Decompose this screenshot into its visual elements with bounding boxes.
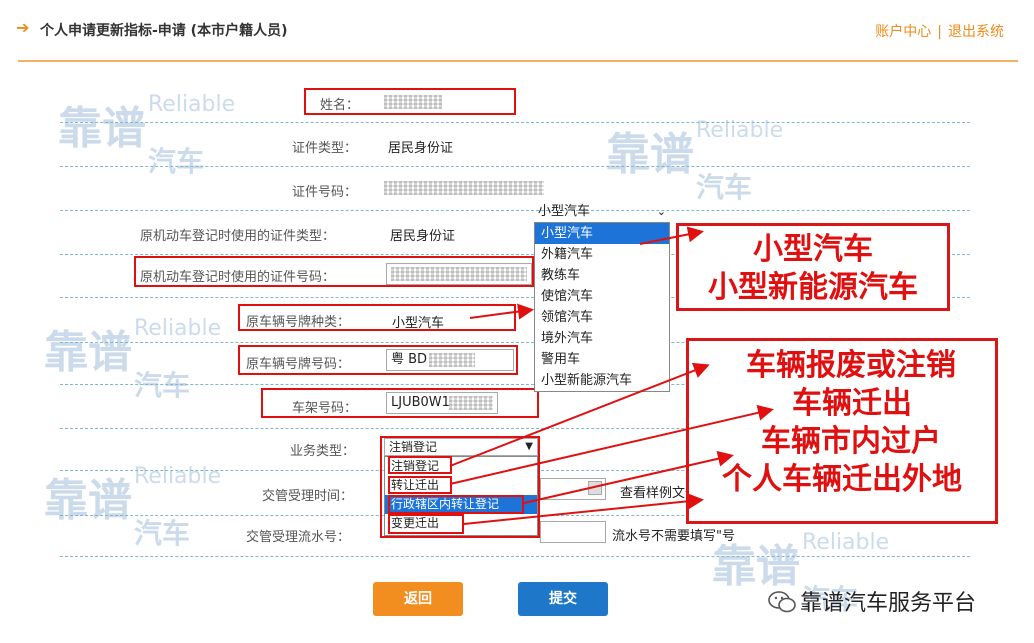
- plate-type-annotation: 小型汽车 小型新能源汽车: [676, 223, 950, 311]
- vin-redacted: [449, 396, 493, 410]
- plate-type-select[interactable]: 小型汽车 ⌄: [534, 203, 670, 221]
- orig-id-number-redacted: [391, 267, 527, 281]
- plate-number-redacted: [429, 353, 475, 367]
- highlight-box: [388, 456, 452, 474]
- highlight-box: [388, 514, 464, 534]
- wechat-icon: [768, 591, 796, 613]
- orig-id-type-label: 原机动车登记时使用的证件类型：: [140, 229, 336, 244]
- plate-select-current: 小型汽车: [538, 204, 591, 219]
- plate-option-0[interactable]: 小型汽车: [535, 223, 669, 244]
- vin-label: 车架号码：: [292, 401, 358, 416]
- watermark: 靠谱Reliable 汽车: [44, 464, 222, 550]
- orig-id-type-value: 居民身份证: [390, 229, 456, 244]
- chevron-down-icon: ⌄: [656, 205, 666, 218]
- annotation-text: 小型新能源汽车: [708, 270, 918, 305]
- accept-time-label: 交管受理时间：: [262, 489, 354, 504]
- page-title: 个人申请更新指标-申请 (本市户籍人员): [40, 23, 288, 39]
- row-divider: [60, 122, 970, 123]
- orig-id-number-input[interactable]: [386, 263, 532, 285]
- plate-option-4[interactable]: 领馆汽车: [535, 307, 669, 328]
- account-center-link[interactable]: 账户中心: [875, 24, 931, 40]
- annotation-text: 车辆迁出: [792, 386, 912, 421]
- plate-option-2[interactable]: 教练车: [535, 265, 669, 286]
- vin-value: LJUB0W1: [391, 395, 450, 410]
- annotation-text: 车辆报废或注销: [746, 348, 956, 383]
- plate-type-value[interactable]: 小型汽车: [392, 312, 444, 331]
- watermark: 靠谱Reliable 汽车: [44, 316, 222, 402]
- back-button[interactable]: 返回: [373, 582, 463, 616]
- name-value-redacted: [384, 95, 442, 109]
- vin-input[interactable]: LJUB0W1: [386, 392, 498, 414]
- plate-number-label: 原车辆号牌号码：: [246, 357, 351, 372]
- header-links: 账户中心 | 退出系统: [875, 21, 1004, 41]
- page-header: ➔ 个人申请更新指标-申请 (本市户籍人员) 账户中心 | 退出系统: [0, 0, 1034, 62]
- plate-option-5[interactable]: 境外汽车: [535, 328, 669, 349]
- row-divider: [60, 556, 970, 557]
- business-type-annotation: 车辆报废或注销 车辆迁出 车辆市内过户 个人车辆迁出外地: [686, 338, 998, 524]
- submit-button[interactable]: 提交: [518, 582, 608, 616]
- serial-hint: 流水号不需要填写"号: [612, 529, 735, 544]
- plate-option-1[interactable]: 外籍汽车: [535, 244, 669, 265]
- watermark: 靠谱Reliable 汽车: [606, 118, 784, 204]
- wechat-account: 靠谱汽车服务平台: [768, 585, 976, 617]
- plate-option-7[interactable]: 小型新能源汽车: [535, 370, 669, 391]
- header-divider: [18, 60, 1018, 62]
- arrow-right-icon: ➔: [16, 18, 30, 37]
- id-type-value: 居民身份证: [388, 141, 454, 156]
- business-type-label: 业务类型：: [290, 444, 356, 459]
- orig-id-number-label: 原机动车登记时使用的证件号码：: [140, 270, 336, 285]
- name-label: 姓名：: [320, 98, 360, 113]
- highlight-box: [388, 476, 452, 494]
- serial-number-label: 交管受理流水号：: [246, 530, 351, 545]
- plate-number-value: 粤 BD: [391, 352, 428, 367]
- serial-number-input[interactable]: [540, 521, 606, 543]
- id-number-label: 证件号码：: [292, 185, 358, 200]
- row-divider: [60, 210, 970, 211]
- plate-option-6[interactable]: 警用车: [535, 349, 669, 370]
- plate-type-label: 原车辆号牌种类：: [246, 315, 351, 330]
- calendar-icon[interactable]: [588, 481, 602, 495]
- plate-type-dropdown: 小型汽车 外籍汽车 教练车 使馆汽车 领馆汽车 境外汽车 警用车 小型新能源汽车: [534, 222, 670, 392]
- id-number-redacted: [384, 181, 544, 195]
- logout-link[interactable]: 退出系统: [948, 24, 1004, 40]
- plate-option-3[interactable]: 使馆汽车: [535, 286, 669, 307]
- highlight-box: [388, 495, 524, 514]
- row-divider: [60, 166, 970, 167]
- annotation-text: 小型汽车: [753, 232, 873, 267]
- header-separator: |: [937, 24, 942, 40]
- annotation-text: 个人车辆迁出外地: [722, 462, 962, 497]
- id-type-label: 证件类型：: [292, 141, 358, 156]
- accept-time-input[interactable]: [540, 478, 606, 500]
- annotation-text: 车辆市内过户: [761, 424, 941, 459]
- wechat-account-name: 靠谱汽车服务平台: [800, 591, 977, 616]
- plate-number-input[interactable]: 粤 BD: [386, 349, 514, 371]
